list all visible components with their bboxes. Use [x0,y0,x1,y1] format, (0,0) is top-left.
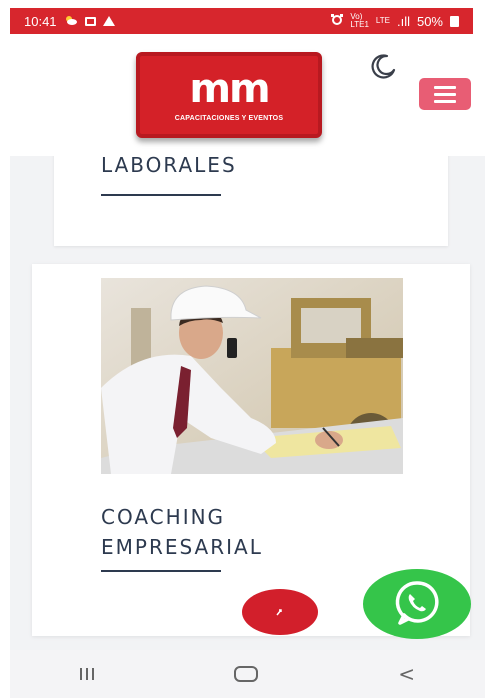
signal-icon: .ıll [396,13,410,29]
service-card-laborales[interactable]: LABORALES [54,156,448,246]
home-icon[interactable] [234,666,259,682]
whatsapp-icon [392,577,442,632]
title-divider [101,570,221,572]
lte-indicator: LTE [375,16,390,25]
logo-mark: mm [189,65,270,112]
moon-icon[interactable] [367,50,399,82]
battery-icon [450,15,459,27]
card-title-line-1: COACHING [101,505,226,529]
whatsapp-button[interactable] [363,569,471,639]
logo-subtitle: CAPACITACIONES Y EVENTOS [174,114,284,122]
card-title: LABORALES [101,156,237,177]
notification-icon [84,16,96,26]
scroll-to-top-button[interactable] [242,589,318,635]
card-title-line-2: EMPRESARIAL [101,535,263,559]
status-time: 10:41 [24,13,57,29]
alarm-icon [331,14,344,28]
status-bar: 10:41 Vo) LTE1 LTE .ıll 50% [10,8,473,34]
brand-logo[interactable]: mm CAPACITACIONES Y EVENTOS [136,52,322,138]
title-divider [101,194,221,196]
warning-icon [102,16,115,26]
recent-apps-icon[interactable] [80,668,95,680]
arrow-up-icon [275,605,285,620]
weather-icon [64,14,78,29]
card-title-block: COACHING EMPRESARIAL [101,502,263,562]
hamburger-icon [434,85,456,89]
site-header: mm CAPACITACIONES Y EVENTOS [10,34,485,156]
coaching-photo [101,278,403,474]
volte-indicator: Vo) LTE1 [350,12,369,29]
android-nav-bar: < [10,650,485,698]
menu-button[interactable] [419,78,471,110]
back-icon[interactable]: < [398,662,415,686]
battery-percent: 50% [416,13,443,29]
